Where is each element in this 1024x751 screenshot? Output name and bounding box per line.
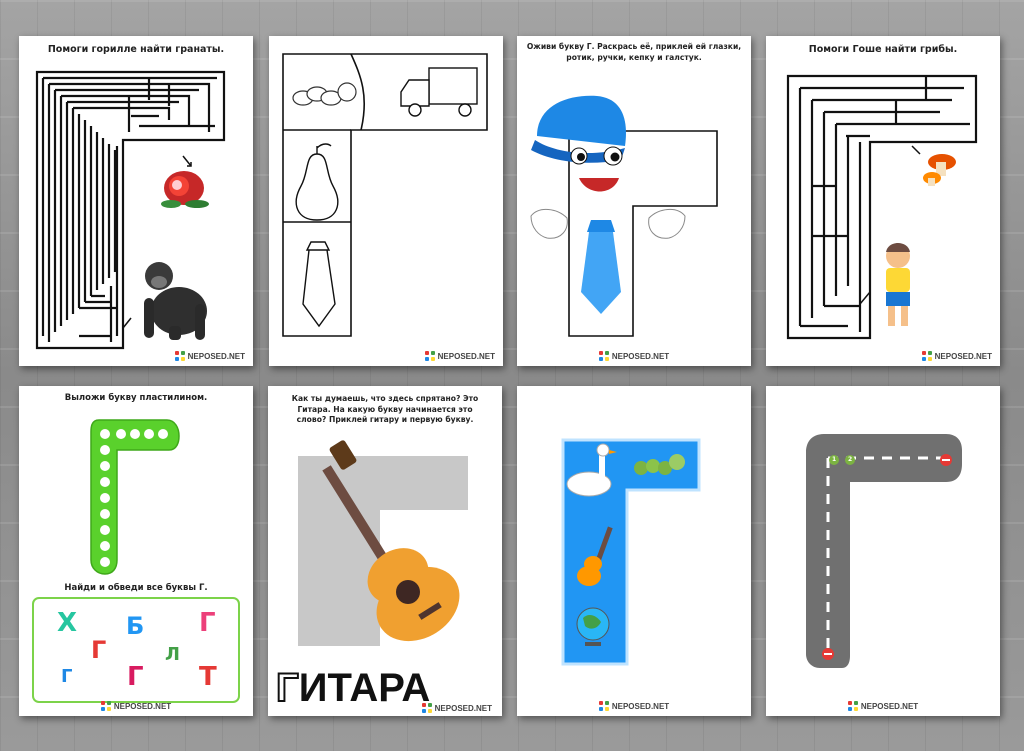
brand-icon bbox=[421, 703, 432, 713]
letter-4: Л bbox=[165, 644, 180, 665]
truck-icon bbox=[400, 67, 478, 117]
brand-logo: NEPOSED.NET bbox=[174, 351, 245, 361]
brand-logo: NEPOSED.NET bbox=[424, 351, 495, 361]
brand-logo: NEPOSED.NET bbox=[766, 701, 1000, 711]
gorilla-maze-drawing bbox=[35, 70, 226, 350]
arrow-icon bbox=[182, 155, 192, 167]
letter-7: Т bbox=[199, 662, 217, 692]
letter-3: Г bbox=[91, 636, 107, 664]
brand-icon bbox=[174, 351, 185, 361]
page-animate-letter: Оживи букву Г. Раскрась её, приклей ей г… bbox=[517, 36, 751, 366]
worksheet-collage: { "brand": "NEPOSED.NET", "colors": { "b… bbox=[0, 0, 1024, 751]
brand-logo: NEPOSED.NET bbox=[517, 701, 751, 711]
find-letters-title: Найди и обведи все буквы Г. bbox=[64, 583, 208, 593]
brand-icon bbox=[847, 701, 858, 711]
maze-outline bbox=[786, 74, 978, 340]
blue-letter-drawing bbox=[561, 438, 701, 666]
letter-2: Г bbox=[199, 608, 216, 638]
caterpillar-icon bbox=[292, 82, 357, 106]
letter-0: Х bbox=[57, 608, 78, 638]
pear-icon bbox=[295, 143, 339, 221]
brand-logo: NEPOSED.NET bbox=[19, 701, 253, 711]
brand-icon bbox=[598, 701, 609, 711]
brand-logo: NEPOSED.NET bbox=[921, 351, 992, 361]
page-maze-gorilla: Помоги горилле найти гранаты. NEPOSED.NE… bbox=[19, 36, 253, 366]
brand-logo: NEPOSED.NET bbox=[517, 351, 751, 361]
gorilla-icon bbox=[144, 262, 207, 340]
letter-5: Г bbox=[61, 666, 73, 687]
brand-logo: NEPOSED.NET bbox=[421, 703, 492, 713]
start-mark-label-1: 1 bbox=[832, 456, 837, 463]
page-plasticine: Выложи букву пластилином. Найди и обведи… bbox=[19, 386, 253, 716]
letter-6: Г bbox=[127, 662, 144, 692]
road-letter-drawing bbox=[806, 434, 962, 668]
goshe-maze-drawing bbox=[786, 74, 978, 340]
arrow-icon bbox=[911, 145, 921, 155]
start-mark-label-2: 2 bbox=[848, 456, 853, 463]
page-blue-letter: NEPOSED.NET bbox=[517, 386, 751, 716]
mushroom-icon bbox=[923, 154, 956, 186]
word-first-letter: Г bbox=[275, 665, 300, 711]
animated-letter-drawing bbox=[530, 95, 718, 337]
guitar-word: ГИТАРА bbox=[275, 665, 430, 711]
letter-parts-drawing bbox=[282, 53, 488, 337]
page-cut-parts: NEPOSED.NET bbox=[269, 36, 503, 366]
brand-icon bbox=[598, 351, 609, 361]
brand-icon bbox=[921, 351, 932, 361]
brand-icon bbox=[424, 351, 435, 361]
arrow-icon bbox=[859, 291, 871, 305]
boy-icon bbox=[886, 243, 910, 326]
arrow-icon bbox=[122, 317, 132, 329]
page-guitar: Как ты думаешь, что здесь спрятано? Это … bbox=[268, 386, 502, 716]
page-road-letter: 1 2 NEPOSED.NET bbox=[766, 386, 1000, 716]
word-rest: ИТАРА bbox=[298, 666, 431, 710]
pomegranate-icon bbox=[161, 171, 209, 208]
page-maze-goshe: Помоги Гоше найти грибы. NEPOSED.NET bbox=[766, 36, 1000, 366]
brand-icon bbox=[100, 701, 111, 711]
tie-icon bbox=[302, 241, 336, 328]
letter-1: Б bbox=[126, 612, 145, 640]
